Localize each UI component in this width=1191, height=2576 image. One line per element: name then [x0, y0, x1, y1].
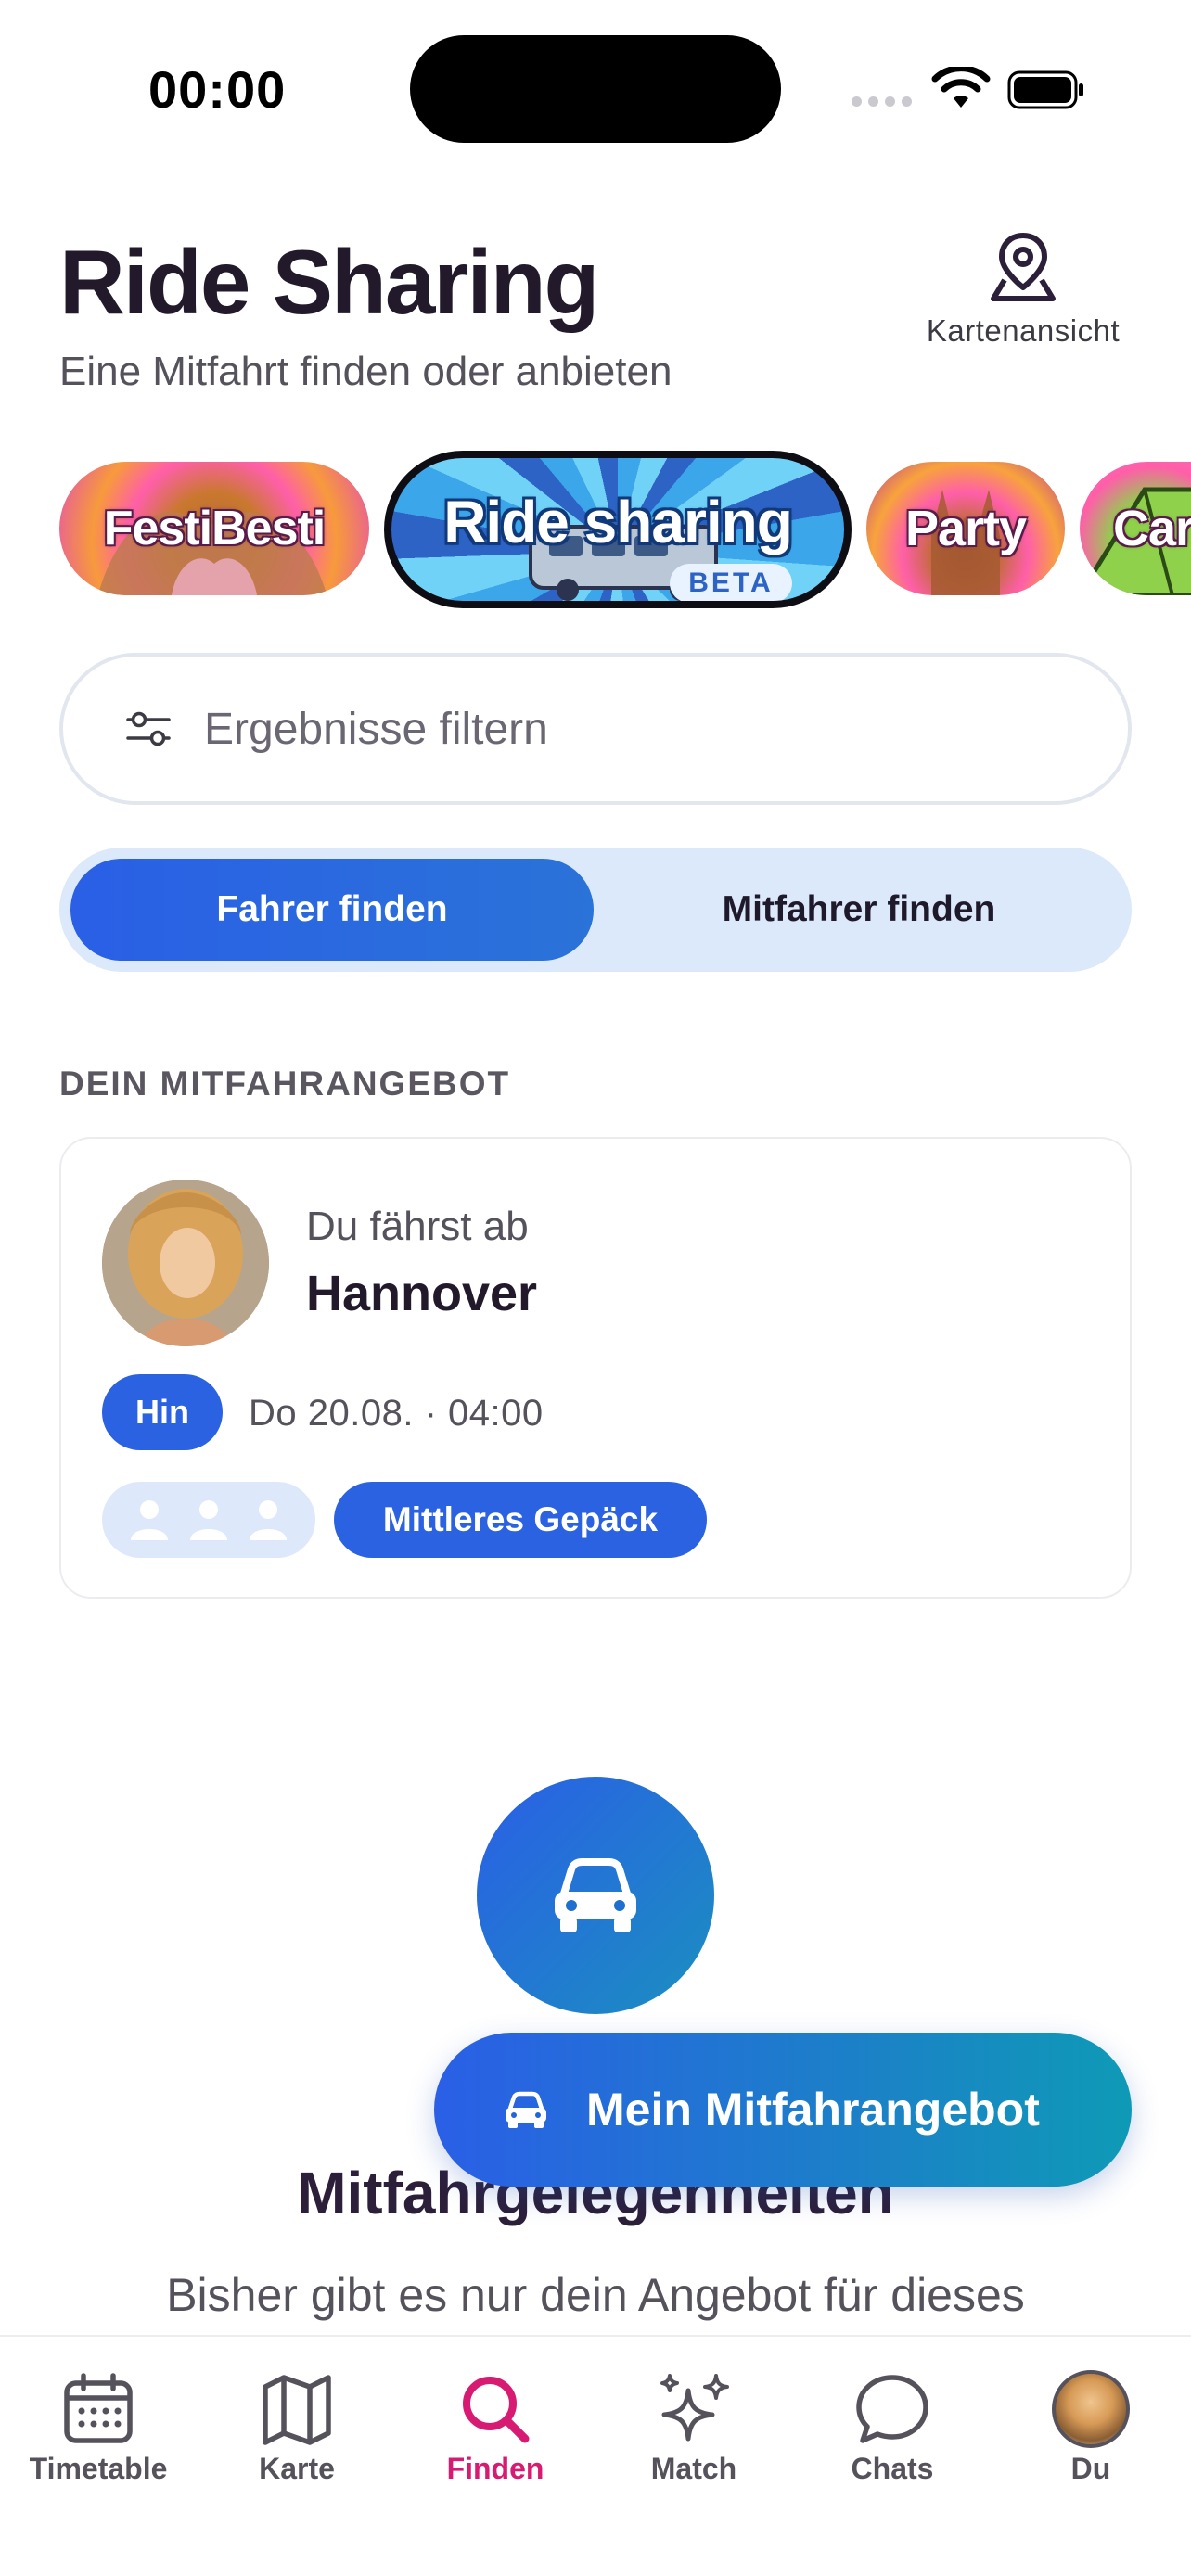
category-chip-camping[interactable]: Car [1080, 462, 1191, 595]
category-chips: FestiBesti Ride sharing BETA Party Car [0, 451, 1191, 608]
filter-placeholder: Ergebnisse filtern [204, 704, 548, 754]
tab-chats-label: Chats [851, 2452, 934, 2485]
category-chip-camping-label: Car [1113, 501, 1191, 556]
direction-badge: Hin [102, 1374, 223, 1450]
cellular-signal-icon [852, 96, 912, 107]
category-chip-party-label: Party [904, 501, 1027, 556]
empty-state-text: Bisher gibt es nur dein Angebot für dies… [166, 2269, 1025, 2321]
segmented-control: Fahrer finden Mitfahrer finden [59, 848, 1132, 972]
offer-date-time: Do 20.08. · 04:00 [249, 1393, 544, 1434]
tab-timetable-label: Timetable [29, 2452, 168, 2485]
calendar-icon [64, 2373, 133, 2443]
sliders-icon [126, 711, 171, 746]
car-icon [555, 1858, 636, 1932]
tab-match-label: Match [650, 2452, 737, 2485]
tab-match[interactable]: Match [601, 2370, 787, 2500]
category-chip-ride-sharing[interactable]: Ride sharing BETA [384, 451, 852, 608]
wifi-icon [931, 67, 991, 108]
search-icon [463, 2377, 530, 2443]
status-time: 00:00 [148, 60, 287, 119]
segment-find-passenger[interactable]: Mitfahrer finden [597, 859, 1121, 961]
sparkles-icon [660, 2374, 729, 2442]
car-icon [506, 2091, 546, 2128]
offer-city: Hannover [306, 1266, 538, 1321]
filter-input[interactable]: Ergebnisse filtern [59, 653, 1132, 805]
empty-state-car-circle [477, 1777, 714, 2014]
tab-map-label: Karte [259, 2452, 335, 2485]
tab-find[interactable]: Finden [403, 2370, 588, 2500]
luggage-badge: Mittleres Gepäck [334, 1482, 707, 1558]
category-chip-festibesti[interactable]: FestiBesti [59, 462, 369, 595]
offer-lead-text: Du fährst ab [306, 1204, 529, 1249]
beta-badge: BETA [670, 564, 792, 601]
status-bar: 00:00 [0, 0, 1191, 176]
section-heading: DEIN MITFAHRANGEBOT [59, 1065, 511, 1103]
ride-offer-card[interactable]: Du fährst ab Hannover Hin Do 20.08. · 04… [59, 1137, 1132, 1599]
avatar [102, 1180, 269, 1346]
tab-timetable[interactable]: Timetable [6, 2370, 191, 2500]
tab-find-label: Finden [446, 2452, 544, 2485]
map-view-button[interactable]: Kartenansicht [909, 228, 1137, 349]
page-subtitle: Eine Mitfahrt finden oder anbieten [59, 349, 672, 394]
map-view-label: Kartenansicht [926, 313, 1121, 348]
tab-chats[interactable]: Chats [800, 2370, 985, 2500]
page-title: Ride Sharing [59, 231, 599, 333]
chat-bubble-icon [856, 2375, 928, 2443]
battery-icon [1007, 70, 1083, 109]
tab-profile-label: Du [1070, 2452, 1111, 2485]
tab-profile[interactable]: Du [998, 2370, 1184, 2500]
category-chip-festibesti-label: FestiBesti [103, 502, 327, 555]
map-icon [263, 2375, 331, 2445]
profile-avatar [1052, 2370, 1130, 2448]
my-ride-offer-label: Mein Mitfahrangebot [586, 2084, 1040, 2136]
my-ride-offer-button[interactable]: Mein Mitfahrangebot [434, 2033, 1132, 2187]
person-icon [131, 1500, 168, 1540]
tab-bar: Timetable Karte Finden Match Chats Du [0, 2335, 1191, 2576]
person-icon [190, 1500, 227, 1540]
category-chip-ride-sharing-label: Ride sharing [443, 489, 793, 555]
person-icon [250, 1500, 287, 1540]
dynamic-island [410, 35, 781, 143]
map-pin-icon [991, 233, 1056, 301]
seats-indicator [102, 1482, 315, 1558]
category-chip-party[interactable]: Party [866, 462, 1065, 595]
segment-find-driver[interactable]: Fahrer finden [70, 859, 594, 961]
tab-map[interactable]: Karte [204, 2370, 390, 2500]
